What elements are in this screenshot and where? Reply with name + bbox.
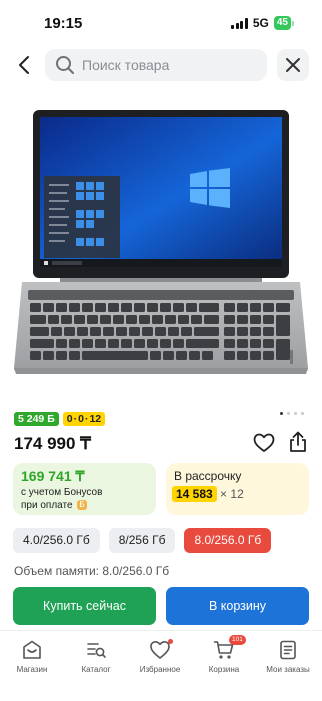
bonus-description: с учетом Бонусов при оплате Б <box>21 487 103 511</box>
tab-label: Магазин <box>16 665 48 674</box>
tab-orders[interactable]: Мои заказы <box>256 639 320 674</box>
chevron-left-icon <box>19 56 29 74</box>
tab-label: Мои заказы <box>266 665 310 674</box>
tab-label: Избранное <box>139 665 181 674</box>
search-field[interactable]: Поиск товара <box>45 49 267 81</box>
image-carousel-dots <box>280 412 304 415</box>
tab-label: Каталог <box>81 665 111 674</box>
variant-chip[interactable]: 8/256 Гб <box>108 528 176 553</box>
heart-icon <box>149 639 173 661</box>
bonus-price-card[interactable]: 169 741 ₸ с учетом Бонусов при оплате Б <box>13 463 156 515</box>
status-indicators: 5G 45 <box>231 16 294 30</box>
tab-favorites[interactable]: Избранное <box>128 639 192 674</box>
search-icon <box>56 56 74 74</box>
memory-spec: Объем памяти: 8.0/256.0 Гб <box>14 564 170 578</box>
cart-icon: 101 <box>213 635 246 661</box>
close-button[interactable] <box>277 49 309 81</box>
battery-icon: 45 <box>273 16 291 30</box>
buy-now-button[interactable]: Купить сейчас <box>13 587 156 625</box>
favorite-icon[interactable] <box>253 433 275 453</box>
search-row: Поиск товара <box>0 48 322 82</box>
installment-monthly: 14 583 × 12 <box>172 486 244 502</box>
network-label: 5G <box>252 16 269 30</box>
cart-count-badge: 101 <box>229 635 246 645</box>
tab-cart[interactable]: 101 Корзина <box>192 635 256 674</box>
touchpad <box>0 92 322 402</box>
search-input[interactable]: Поиск товара <box>82 57 169 73</box>
installment-badge: 0·0·12 <box>62 412 106 426</box>
share-icon[interactable] <box>288 431 308 453</box>
add-to-cart-button[interactable]: В корзину <box>166 587 309 625</box>
shop-icon <box>23 640 41 659</box>
bottom-tab-bar: Магазин Каталог Избранное 101 Корзина Мо… <box>0 630 322 701</box>
promo-badges: 5 249 Б 0·0·12 <box>14 412 106 426</box>
tab-shop[interactable]: Магазин <box>0 639 64 674</box>
product-price: 174 990 ₸ <box>14 434 91 453</box>
favorites-dot-badge <box>168 639 173 644</box>
status-time: 19:15 <box>44 15 83 32</box>
back-button[interactable] <box>14 53 36 77</box>
close-icon <box>286 58 300 72</box>
battery-tip <box>292 20 294 26</box>
variant-chip[interactable]: 4.0/256.0 Гб <box>13 528 100 553</box>
tab-label: Корзина <box>208 665 240 674</box>
catalog-icon <box>87 643 106 658</box>
signal-icon <box>231 17 248 29</box>
variant-chip-selected[interactable]: 8.0/256.0 Гб <box>184 528 272 553</box>
bonus-price: 169 741 ₸ <box>21 468 85 484</box>
installment-card[interactable]: В рассрочку 14 583 × 12 <box>166 463 309 515</box>
bonus-coin-icon: Б <box>77 499 87 510</box>
tab-catalog[interactable]: Каталог <box>64 639 128 674</box>
bonus-badge: 5 249 Б <box>14 412 59 426</box>
memory-variants: 4.0/256.0 Гб 8/256 Гб 8.0/256.0 Гб <box>13 528 272 553</box>
orders-icon <box>280 640 296 660</box>
status-bar: 19:15 5G 45 <box>0 0 322 44</box>
installment-title: В рассрочку <box>174 469 242 483</box>
